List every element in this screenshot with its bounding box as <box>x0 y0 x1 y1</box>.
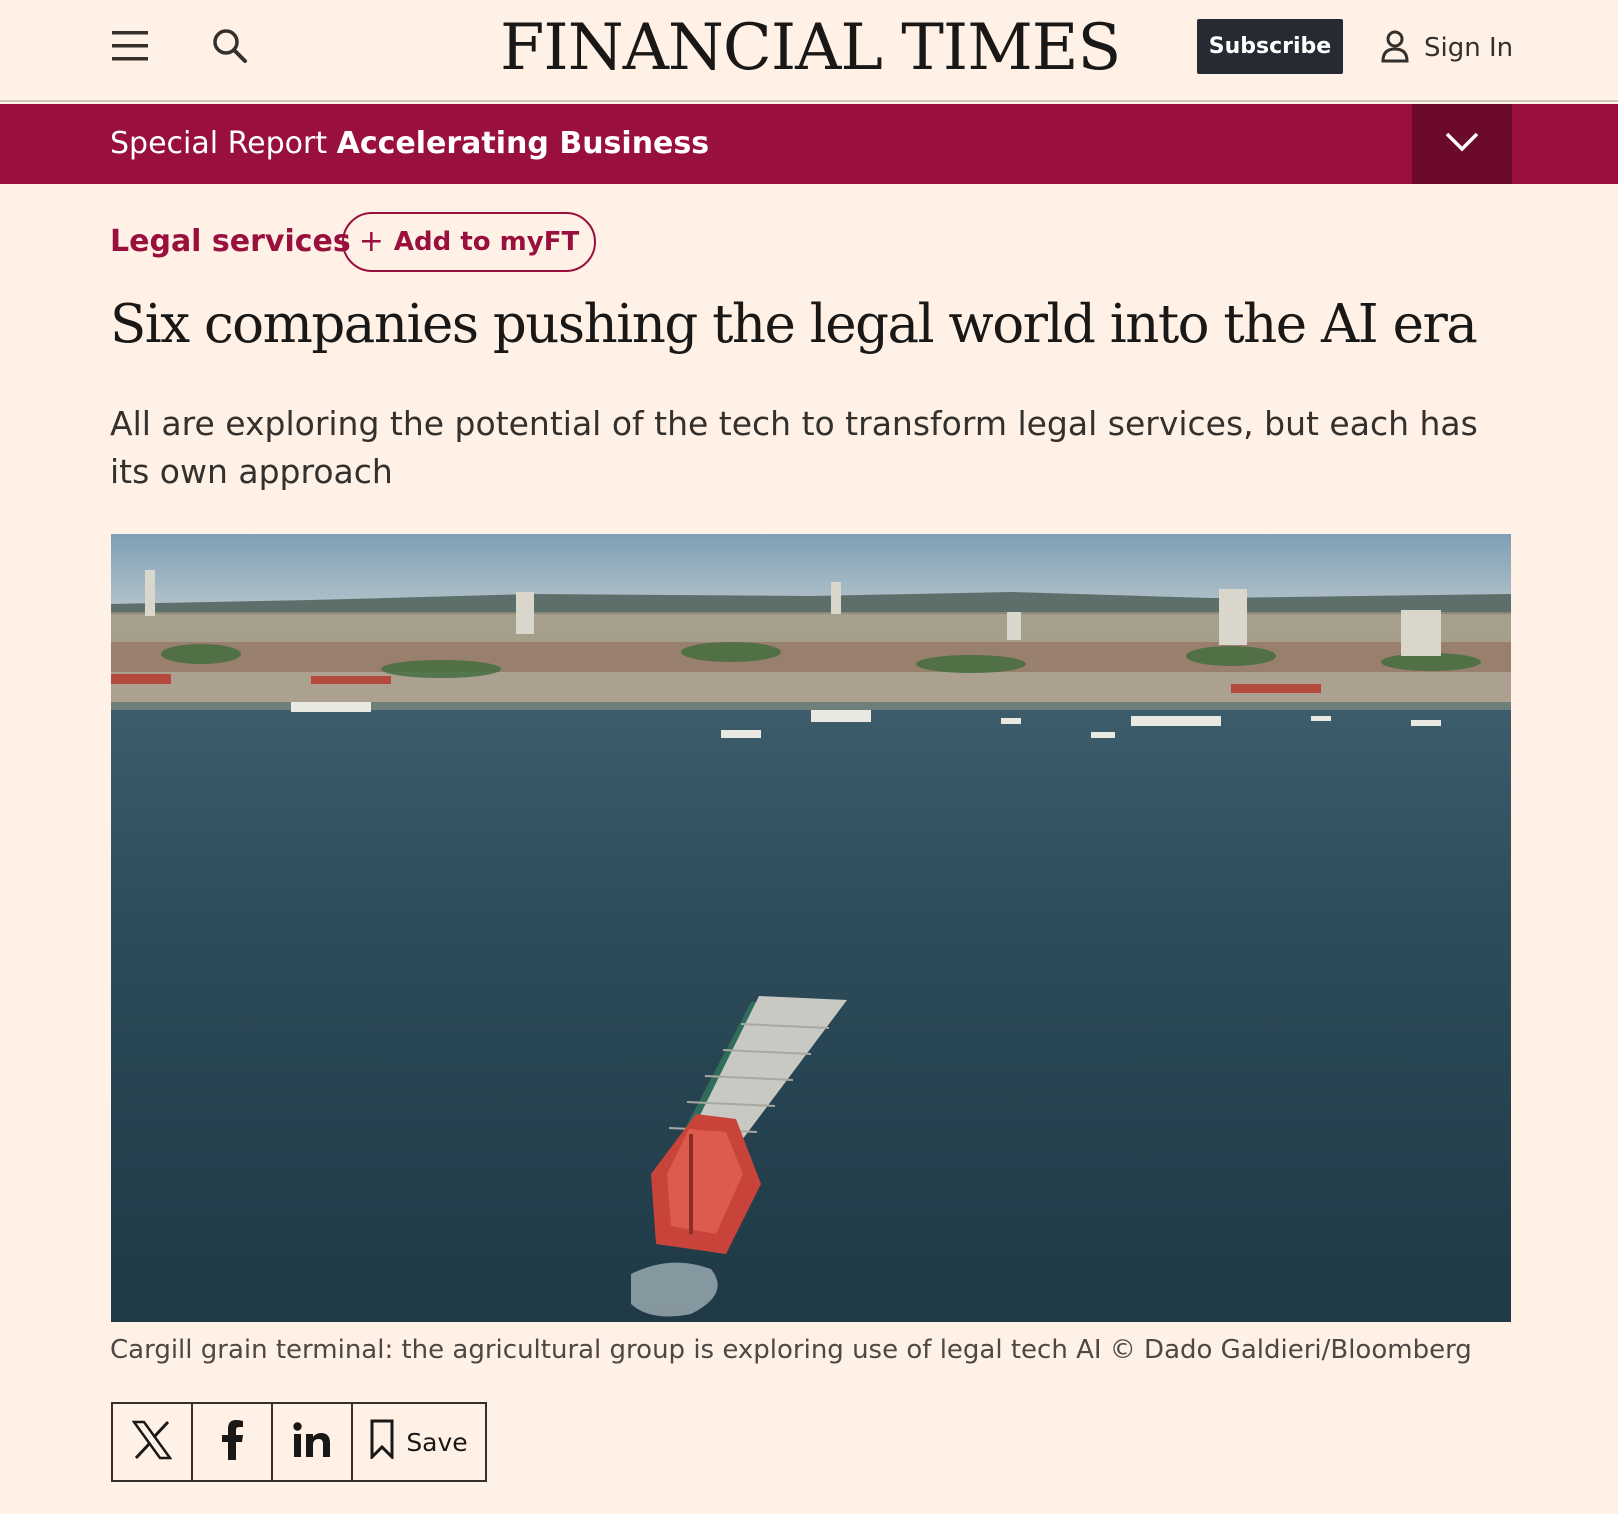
masthead-logo[interactable]: FINANCIAL TIMES <box>500 8 1121 88</box>
article-standfirst: All are exploring the potential of the t… <box>110 404 1478 491</box>
save-button[interactable]: Save <box>353 1404 485 1480</box>
topic-link[interactable]: Legal services <box>110 220 351 264</box>
save-label: Save <box>406 1427 468 1457</box>
user-icon <box>1380 29 1410 67</box>
share-toolbar: Save <box>111 1402 487 1482</box>
linkedin-icon <box>293 1422 331 1462</box>
special-report-link[interactable]: Special Report Accelerating Business <box>110 104 709 184</box>
add-to-myft-label: Add to myFT <box>393 227 580 257</box>
search-icon[interactable] <box>210 26 250 66</box>
x-icon <box>131 1420 173 1464</box>
special-report-bar: Special Report Accelerating Business <box>0 104 1618 184</box>
share-linkedin-button[interactable] <box>273 1404 353 1480</box>
share-x-button[interactable] <box>113 1404 193 1480</box>
site-header: FINANCIAL TIMES Subscribe Sign In <box>0 0 1618 102</box>
add-to-myft-button[interactable]: + Add to myFT <box>342 212 596 272</box>
special-report-prefix: Special Report <box>110 126 328 161</box>
special-report-toggle[interactable] <box>1412 104 1512 184</box>
plus-icon: + <box>358 224 384 259</box>
facebook-icon <box>219 1420 245 1464</box>
subscribe-button[interactable]: Subscribe <box>1197 19 1343 74</box>
bookmark-icon <box>370 1419 394 1465</box>
special-report-name: Accelerating Business <box>336 126 710 161</box>
menu-icon[interactable] <box>110 27 150 65</box>
sign-in-label: Sign In <box>1424 33 1514 63</box>
image-caption: Cargill grain terminal: the agricultural… <box>110 1335 1472 1365</box>
share-facebook-button[interactable] <box>193 1404 273 1480</box>
chevron-down-icon <box>1444 131 1480 157</box>
article-headline: Six companies pushing the legal world in… <box>110 294 1478 355</box>
sign-in-link[interactable]: Sign In <box>1380 24 1513 72</box>
article-main-image <box>111 534 1511 1322</box>
